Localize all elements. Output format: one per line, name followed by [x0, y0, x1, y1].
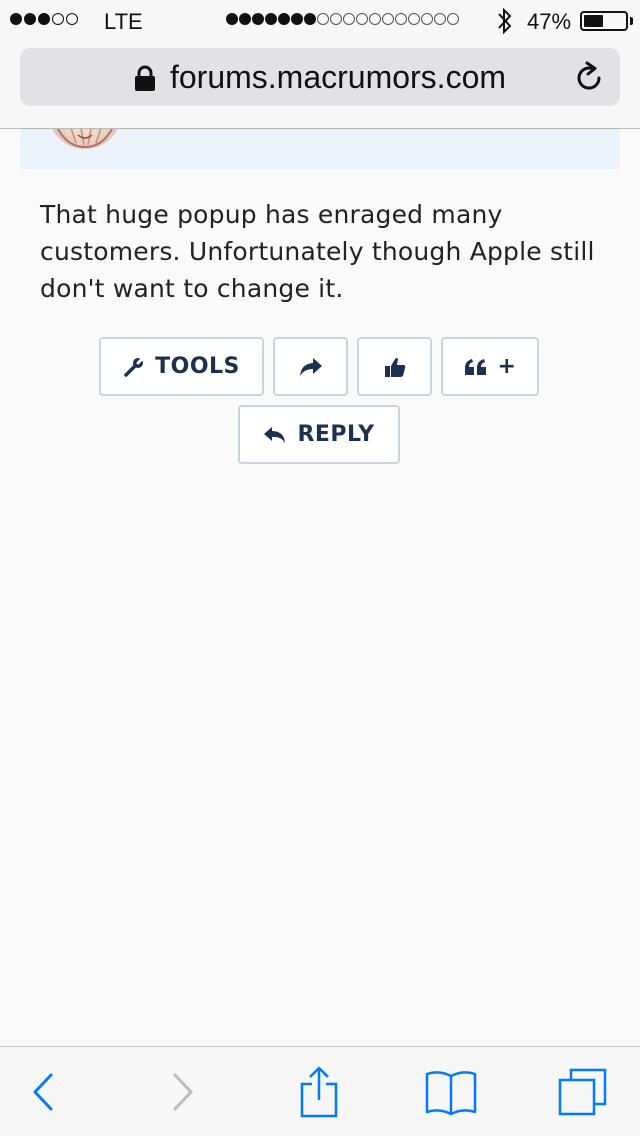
signal-dot — [52, 13, 64, 25]
browser-header: forums.macrumors.com — [0, 40, 640, 129]
quote-icon — [464, 358, 486, 375]
battery-icon — [580, 11, 628, 31]
load-progress-dot — [382, 13, 394, 25]
back-icon — [33, 1073, 53, 1111]
signal-dot — [10, 13, 22, 25]
tabs-icon — [558, 1068, 607, 1116]
forward-icon — [173, 1073, 193, 1111]
status-bar: LTE 47% — [0, 0, 640, 40]
load-progress-dot — [252, 13, 264, 25]
load-progress-dot — [408, 13, 420, 25]
avatar[interactable] — [48, 129, 122, 149]
reload-icon[interactable] — [574, 61, 606, 93]
share-button[interactable] — [276, 1047, 362, 1136]
load-progress-dot — [434, 13, 446, 25]
avatar-art — [57, 129, 113, 149]
tabs-button[interactable] — [540, 1047, 626, 1136]
load-progress-dot — [356, 13, 368, 25]
load-progress-dot — [291, 13, 303, 25]
load-progress-dot — [330, 13, 342, 25]
bookmarks-button[interactable] — [408, 1047, 494, 1136]
share-icon — [300, 1066, 338, 1118]
lock-icon — [134, 65, 155, 91]
safari-screen: LTE 47% forums.macrumors.com That huge p… — [0, 0, 640, 1136]
load-progress-dot — [317, 13, 329, 25]
url-text: forums.macrumors.com — [169, 58, 507, 95]
load-progress-dot — [421, 13, 433, 25]
wrench-icon — [124, 356, 145, 377]
battery-level — [584, 15, 603, 27]
share-post-button[interactable] — [273, 337, 348, 396]
bluetooth-icon — [498, 7, 512, 35]
reply-button[interactable]: REPLY — [238, 405, 400, 464]
post-header — [20, 129, 620, 169]
signal-dot — [38, 13, 50, 25]
forward-button[interactable] — [140, 1047, 226, 1136]
signal-dot — [24, 13, 36, 25]
load-progress-dot — [278, 13, 290, 25]
address-bar[interactable]: forums.macrumors.com — [20, 48, 620, 106]
load-progress-dot — [226, 13, 238, 25]
signal-strength-icon — [10, 13, 78, 25]
signal-dot — [66, 13, 78, 25]
tools-button[interactable]: TOOLS — [99, 337, 264, 396]
battery-percentage: 47% — [527, 9, 572, 34]
load-progress-dot — [447, 13, 459, 25]
back-button[interactable] — [0, 1047, 86, 1136]
reply-arrow-icon — [264, 426, 286, 443]
load-progress-dot — [369, 13, 381, 25]
load-progress-dot — [265, 13, 277, 25]
share-arrow-icon — [299, 357, 322, 376]
reply-label: REPLY — [297, 422, 375, 447]
load-progress-dot — [304, 13, 316, 25]
url-display[interactable]: forums.macrumors.com — [20, 48, 620, 106]
bookmarks-icon — [425, 1071, 477, 1116]
carrier-label: LTE — [104, 9, 143, 34]
load-progress-dot — [395, 13, 407, 25]
safari-toolbar — [0, 1046, 640, 1136]
page-load-progress — [226, 13, 459, 25]
like-button[interactable] — [357, 337, 432, 396]
thumbs-up-icon — [384, 357, 405, 377]
load-progress-dot — [239, 13, 251, 25]
multi-quote-plus: + — [497, 354, 517, 379]
tools-label: TOOLS — [155, 354, 240, 379]
multi-quote-button[interactable]: + — [441, 337, 539, 396]
load-progress-dot — [343, 13, 355, 25]
battery-tip — [630, 17, 633, 25]
post-message: That huge popup has enraged many custome… — [40, 200, 595, 303]
